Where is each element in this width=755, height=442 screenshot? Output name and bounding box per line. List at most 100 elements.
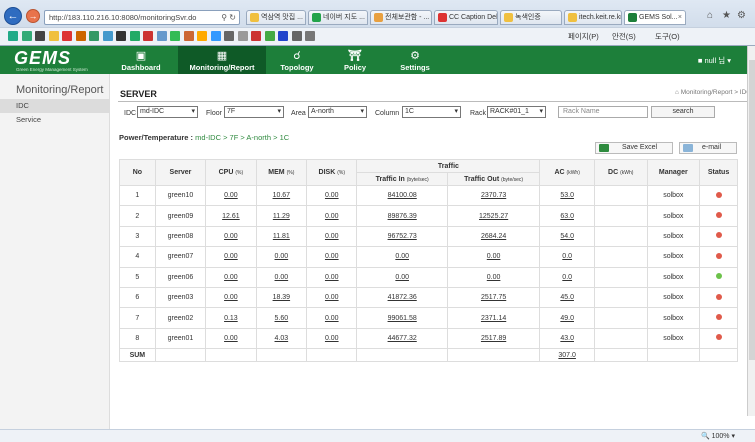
cell-tout[interactable]: 2370.73 bbox=[446, 184, 541, 207]
favorite-site-icon[interactable] bbox=[305, 31, 315, 41]
cell-cpu[interactable]: 0.00 bbox=[205, 327, 257, 350]
disk-value-link[interactable]: 0.00 bbox=[325, 335, 339, 342]
favorite-site-icon[interactable] bbox=[35, 31, 45, 41]
ac-value-link[interactable]: 54.0 bbox=[560, 233, 574, 240]
ac-value-link[interactable]: 43.0 bbox=[560, 335, 574, 342]
cell-disk[interactable]: 0.00 bbox=[306, 286, 358, 309]
cell-mem[interactable]: 11.29 bbox=[255, 205, 308, 227]
cell-ac[interactable]: 0.0 bbox=[539, 246, 595, 268]
cell-cpu[interactable]: 0.00 bbox=[205, 225, 257, 248]
cell-disk[interactable]: 0.00 bbox=[306, 266, 358, 288]
disk-value-link[interactable]: 0.00 bbox=[325, 294, 339, 301]
cell-disk[interactable]: 0.00 bbox=[306, 225, 358, 248]
cpu-value-link[interactable]: 12.61 bbox=[222, 213, 240, 220]
favorite-site-icon[interactable] bbox=[224, 31, 234, 41]
favorite-site-icon[interactable] bbox=[62, 31, 72, 41]
tin-value-link[interactable]: 0.00 bbox=[395, 253, 409, 260]
favorite-site-icon[interactable] bbox=[264, 31, 275, 41]
ac-value-link[interactable]: 49.0 bbox=[560, 315, 574, 322]
menu-settings[interactable]: ⚙ Settings bbox=[378, 46, 452, 74]
mem-value-link[interactable]: 18.39 bbox=[273, 294, 291, 301]
disk-value-link[interactable]: 0.00 bbox=[325, 192, 339, 199]
favorite-site-icon[interactable] bbox=[237, 31, 248, 41]
cell-cpu[interactable]: 0.00 bbox=[205, 246, 257, 268]
browser-tab[interactable]: GEMS Sol... × bbox=[624, 10, 686, 25]
cell-ac[interactable]: 54.0 bbox=[539, 225, 595, 248]
cell-tin[interactable]: 0.00 bbox=[356, 246, 448, 268]
mem-value-link[interactable]: 5.60 bbox=[275, 315, 289, 322]
cell-cpu[interactable]: 0.13 bbox=[205, 307, 257, 329]
mem-value-link[interactable]: 10.67 bbox=[273, 192, 291, 199]
search-icon[interactable]: ⚲ ↻ bbox=[221, 11, 236, 24]
rack-select[interactable]: RACK#01_1 bbox=[487, 106, 546, 118]
rack-name-input[interactable]: Rack Name bbox=[558, 106, 648, 118]
gear-icon[interactable]: ⚙ bbox=[737, 10, 746, 21]
tout-value-link[interactable]: 12525.27 bbox=[479, 213, 508, 220]
zoom-level[interactable]: 🔍 100% ▾ bbox=[701, 432, 735, 440]
tout-value-link[interactable]: 0.00 bbox=[487, 253, 501, 260]
save-excel-button[interactable]: Save Excel bbox=[595, 142, 673, 154]
tin-value-link[interactable]: 0.00 bbox=[395, 274, 409, 281]
toolbar-page[interactable]: 페이지(P) bbox=[568, 31, 599, 42]
favorite-site-icon[interactable] bbox=[156, 31, 167, 41]
mem-value-link[interactable]: 4.03 bbox=[275, 335, 289, 342]
toolbar-safety[interactable]: 안전(S) bbox=[612, 31, 636, 42]
favorite-site-icon[interactable] bbox=[183, 31, 194, 41]
cell-mem[interactable]: 11.81 bbox=[255, 225, 308, 248]
cell-tout[interactable]: 2517.75 bbox=[446, 286, 541, 309]
browser-tab[interactable]: CC Caption Deli... bbox=[434, 10, 498, 25]
back-button[interactable]: ← bbox=[4, 7, 22, 25]
idc-select[interactable]: md-IDC bbox=[137, 106, 198, 118]
cell-ac[interactable]: 53.0 bbox=[539, 184, 595, 207]
tin-value-link[interactable]: 41872.36 bbox=[388, 294, 417, 301]
cell-tin[interactable]: 44677.32 bbox=[356, 327, 448, 350]
mem-value-link[interactable]: 0.00 bbox=[275, 253, 289, 260]
disk-value-link[interactable]: 0.00 bbox=[325, 233, 339, 240]
cpu-value-link[interactable]: 0.00 bbox=[224, 294, 238, 301]
home-icon[interactable]: ⌂ bbox=[707, 10, 713, 21]
cell-tin[interactable]: 96752.73 bbox=[356, 225, 448, 248]
tin-value-link[interactable]: 44677.32 bbox=[388, 335, 417, 342]
cell-mem[interactable]: 5.60 bbox=[255, 307, 308, 329]
browser-tab[interactable]: 네이버 지도 ... bbox=[308, 10, 368, 25]
cell-ac[interactable]: 0.0 bbox=[539, 266, 595, 288]
cell-mem[interactable]: 10.67 bbox=[255, 184, 308, 207]
disk-value-link[interactable]: 0.00 bbox=[325, 274, 339, 281]
forward-button[interactable]: → bbox=[26, 9, 40, 23]
email-button[interactable]: e-mail bbox=[679, 142, 737, 154]
ac-value-link[interactable]: 45.0 bbox=[560, 294, 574, 301]
cpu-value-link[interactable]: 0.13 bbox=[224, 315, 238, 322]
area-select[interactable]: A-north bbox=[308, 106, 367, 118]
cell-disk[interactable]: 0.00 bbox=[306, 307, 358, 329]
cell-mem[interactable]: 18.39 bbox=[255, 286, 308, 309]
cpu-value-link[interactable]: 0.00 bbox=[224, 233, 238, 240]
favorite-site-icon[interactable] bbox=[197, 31, 207, 41]
tout-value-link[interactable]: 2371.14 bbox=[481, 315, 506, 322]
user-menu[interactable]: ■ null 님 ▾ bbox=[698, 55, 731, 66]
cell-cpu[interactable]: 0.00 bbox=[205, 184, 257, 207]
favorite-site-icon[interactable] bbox=[116, 31, 126, 41]
disk-value-link[interactable]: 0.00 bbox=[325, 315, 339, 322]
cell-cpu[interactable]: 0.00 bbox=[205, 266, 257, 288]
disk-value-link[interactable]: 0.00 bbox=[325, 213, 339, 220]
cell-tout[interactable]: 12525.27 bbox=[446, 205, 541, 227]
browser-tab[interactable]: 역삼역 맛집 ... bbox=[246, 10, 306, 25]
cell-ac[interactable]: 45.0 bbox=[539, 286, 595, 309]
cell-disk[interactable]: 0.00 bbox=[306, 327, 358, 350]
favorite-site-icon[interactable] bbox=[251, 31, 261, 41]
browser-tab[interactable]: 전체보관함 - ... bbox=[370, 10, 432, 25]
tout-value-link[interactable]: 2684.24 bbox=[481, 233, 506, 240]
cpu-value-link[interactable]: 0.00 bbox=[224, 335, 238, 342]
browser-tab[interactable]: itech.keit.re.kr bbox=[564, 10, 622, 25]
tout-value-link[interactable]: 2370.73 bbox=[481, 192, 506, 199]
favorite-site-icon[interactable] bbox=[75, 31, 86, 41]
tout-value-link[interactable]: 2517.89 bbox=[481, 335, 506, 342]
browser-tab[interactable]: 녹색인증 bbox=[500, 10, 562, 25]
search-button[interactable]: search bbox=[651, 106, 715, 118]
cell-ac[interactable]: 63.0 bbox=[539, 205, 595, 227]
cell-tin[interactable]: 84100.08 bbox=[356, 184, 448, 207]
cell-mem[interactable]: 0.00 bbox=[255, 266, 308, 288]
tin-value-link[interactable]: 96752.73 bbox=[388, 233, 417, 240]
favorite-site-icon[interactable] bbox=[210, 31, 221, 41]
cell-disk[interactable]: 0.00 bbox=[306, 205, 358, 227]
